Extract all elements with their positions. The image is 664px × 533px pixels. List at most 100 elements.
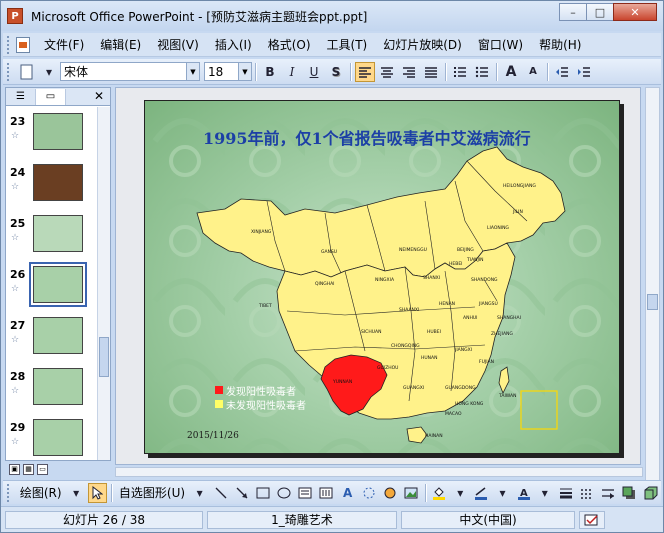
- slide-thumbnail-row[interactable]: 29 ☆: [6, 413, 98, 460]
- chevron-down-icon[interactable]: ▾: [451, 483, 470, 503]
- toolbar-grip[interactable]: [7, 35, 12, 54]
- slide-thumbnail-row[interactable]: 26 ☆: [6, 260, 98, 311]
- slide-thumbnail[interactable]: [33, 368, 83, 405]
- oval-tool-icon[interactable]: [275, 483, 294, 503]
- autoshapes-menu-button[interactable]: 自选图形(U): [115, 484, 189, 501]
- menu-edit[interactable]: 编辑(E): [92, 36, 149, 53]
- menu-format[interactable]: 格式(O): [260, 36, 319, 53]
- slide-thumbnail[interactable]: [33, 113, 83, 150]
- minimize-button[interactable]: –: [559, 3, 587, 21]
- spellcheck-icon[interactable]: [579, 510, 605, 529]
- menu-file[interactable]: 文件(F): [36, 36, 92, 53]
- horizontal-scrollbar[interactable]: [115, 467, 643, 477]
- close-icon[interactable]: ✕: [94, 89, 104, 103]
- scrollbar-thumb[interactable]: [99, 337, 109, 377]
- shadow-style-icon[interactable]: [620, 483, 639, 503]
- document-icon[interactable]: [16, 36, 30, 53]
- menu-bar: 文件(F) 编辑(E) 视图(V) 插入(I) 格式(O) 工具(T) 幻灯片放…: [3, 33, 661, 57]
- textbox-tool-icon[interactable]: [296, 483, 315, 503]
- line-style-icon[interactable]: [556, 483, 575, 503]
- slide-thumbnail-row[interactable]: 23 ☆: [6, 107, 98, 158]
- vertical-scrollbar[interactable]: [645, 87, 660, 483]
- align-right-icon[interactable]: [399, 62, 419, 82]
- distribute-icon[interactable]: [421, 62, 441, 82]
- scrollbar-thumb[interactable]: [647, 294, 658, 310]
- slide-date: 2015/11/26: [187, 431, 239, 441]
- status-language: 中文(中国): [401, 510, 575, 529]
- normal-view-icon[interactable]: ▣: [9, 463, 20, 475]
- font-size-select[interactable]: 18 ▼: [204, 62, 252, 81]
- slide-thumbnail[interactable]: [33, 317, 83, 354]
- chevron-down-icon[interactable]: ▾: [493, 483, 512, 503]
- map-label-gansu: GANSU: [321, 249, 337, 255]
- slide-thumbnail-row[interactable]: 24 ☆: [6, 158, 98, 209]
- arrow-style-icon[interactable]: [599, 483, 618, 503]
- increase-font-button[interactable]: A: [501, 62, 521, 82]
- draw-menu-button[interactable]: 绘图(R): [16, 484, 66, 501]
- slide-thumbnail[interactable]: [29, 262, 87, 307]
- font-color-icon[interactable]: A: [514, 483, 533, 503]
- dash-style-icon[interactable]: [578, 483, 597, 503]
- numbered-list-icon[interactable]: [450, 62, 470, 82]
- toolbar-options-icon[interactable]: ▾: [39, 62, 59, 82]
- 3d-style-icon[interactable]: [641, 483, 660, 503]
- fill-color-icon[interactable]: [430, 483, 449, 503]
- menu-tools[interactable]: 工具(T): [319, 36, 376, 53]
- map-label-macao: MACAO: [445, 411, 462, 417]
- slide-thumbnail[interactable]: [33, 215, 83, 252]
- powerpoint-app-icon[interactable]: P: [7, 8, 23, 24]
- chevron-down-icon[interactable]: ▼: [238, 63, 251, 80]
- bold-button[interactable]: B: [260, 62, 280, 82]
- chevron-down-icon[interactable]: ▾: [190, 483, 209, 503]
- menu-slideshow[interactable]: 幻灯片放映(D): [375, 36, 470, 53]
- chevron-down-icon[interactable]: ▾: [535, 483, 554, 503]
- select-pointer-icon[interactable]: [87, 482, 107, 503]
- font-name-value: 宋体: [64, 65, 89, 79]
- slide-thumbnail-row[interactable]: 27 ☆: [6, 311, 98, 362]
- diagram-icon[interactable]: [359, 483, 378, 503]
- current-slide[interactable]: HEILONGJIANG JILIN LIAONING XINJIANG GAN…: [144, 100, 620, 454]
- vertical-textbox-icon[interactable]: [317, 483, 336, 503]
- slide-title[interactable]: 1995年前，仅1个省报告吸毒者中艾滋病流行: [203, 125, 531, 149]
- rectangle-tool-icon[interactable]: [253, 483, 272, 503]
- thumbnail-scrollbar[interactable]: [97, 107, 110, 460]
- line-color-icon[interactable]: [472, 483, 491, 503]
- line-tool-icon[interactable]: [211, 483, 230, 503]
- menu-insert[interactable]: 插入(I): [207, 36, 260, 53]
- tab-slides[interactable]: ▭: [36, 88, 66, 105]
- wordart-icon[interactable]: A: [338, 483, 357, 503]
- menu-window[interactable]: 窗口(W): [470, 36, 531, 53]
- menu-help[interactable]: 帮助(H): [531, 36, 589, 53]
- menu-view[interactable]: 视图(V): [149, 36, 207, 53]
- slide-thumbnail-row[interactable]: 25 ☆: [6, 209, 98, 260]
- bulleted-list-icon[interactable]: [472, 62, 492, 82]
- slide-thumbnail-row[interactable]: 28 ☆: [6, 362, 98, 413]
- slide-thumbnail[interactable]: [33, 164, 83, 201]
- underline-button[interactable]: U: [304, 62, 324, 82]
- new-document-icon[interactable]: [17, 62, 37, 82]
- font-name-select[interactable]: 宋体 ▼: [60, 62, 200, 81]
- close-button[interactable]: ✕: [613, 3, 657, 21]
- tab-outline[interactable]: ☰: [6, 88, 36, 105]
- status-design-name: 1_琦雕艺术: [207, 510, 397, 529]
- insert-picture-icon[interactable]: [401, 483, 420, 503]
- align-center-icon[interactable]: [377, 62, 397, 82]
- legend-item: 未发现阳性吸毒者: [215, 397, 306, 412]
- clipart-icon[interactable]: [380, 483, 399, 503]
- toolbar-grip[interactable]: [7, 483, 12, 502]
- slide-sorter-icon[interactable]: ▦: [23, 463, 34, 475]
- arrow-tool-icon[interactable]: [232, 483, 251, 503]
- restore-button[interactable]: □: [586, 3, 614, 21]
- align-left-icon[interactable]: [355, 61, 375, 82]
- chevron-down-icon[interactable]: ▾: [67, 483, 86, 503]
- italic-button[interactable]: I: [282, 62, 302, 82]
- toolbar-grip[interactable]: [7, 62, 12, 81]
- decrease-indent-icon[interactable]: [552, 62, 572, 82]
- decrease-font-button[interactable]: A: [523, 62, 543, 82]
- slide-thumbnail[interactable]: [33, 419, 83, 456]
- slideshow-icon[interactable]: ▭: [37, 463, 48, 475]
- increase-indent-icon[interactable]: [574, 62, 594, 82]
- chevron-down-icon[interactable]: ▼: [186, 63, 199, 80]
- animation-star-icon: ☆: [11, 284, 20, 294]
- shadow-button[interactable]: S: [326, 62, 346, 82]
